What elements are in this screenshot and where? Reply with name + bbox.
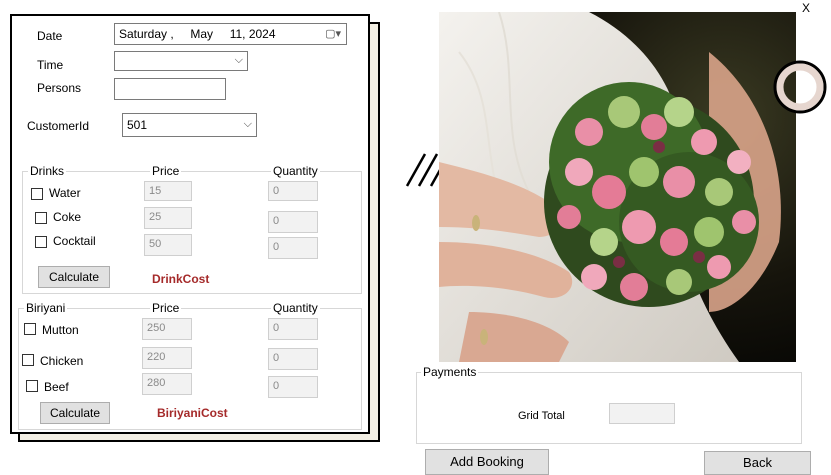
chevron-down-icon: ⌵ <box>243 118 252 130</box>
date-picker[interactable]: Saturday , May 11, 2024 ▢▾ <box>114 23 347 45</box>
coke-quantity[interactable]: 0 <box>268 211 318 233</box>
payments-group-label: Payments <box>421 365 479 379</box>
mutton-quantity[interactable]: 0 <box>268 318 318 340</box>
water-quantity[interactable]: 0 <box>268 181 318 201</box>
drinks-group-label: Drinks <box>28 164 67 178</box>
time-label: Time <box>37 58 64 72</box>
drinks-calculate-button[interactable]: Calculate <box>38 266 110 288</box>
chicken-label: Chicken <box>40 354 84 368</box>
grid-total-label: Grid Total <box>518 410 565 422</box>
customer-id-label: CustomerId <box>27 119 90 133</box>
chicken-checkbox[interactable] <box>22 354 34 366</box>
biriyani-calculate-button[interactable]: Calculate <box>40 402 110 424</box>
beef-quantity[interactable]: 0 <box>268 376 318 398</box>
close-button[interactable]: X <box>802 1 810 15</box>
coke-checkbox[interactable] <box>35 212 47 224</box>
time-select[interactable]: ⌵ <box>114 51 248 71</box>
back-button[interactable]: Back <box>704 451 811 475</box>
cocktail-price: 50 <box>144 234 192 256</box>
persons-label: Persons <box>37 81 82 95</box>
cocktail-checkbox[interactable] <box>35 236 47 248</box>
water-label: Water <box>49 186 81 200</box>
biriyani-group-label: Biriyani <box>24 301 68 315</box>
biriyani-quantity-header: Quantity <box>271 301 320 315</box>
beef-label: Beef <box>44 380 69 394</box>
date-label: Date <box>37 29 63 43</box>
wedding-bouquet-photo <box>439 12 796 362</box>
beef-price: 280 <box>142 373 192 395</box>
water-checkbox[interactable] <box>31 188 43 200</box>
drinks-price-header: Price <box>150 164 182 178</box>
drink-cost-label: DrinkCost <box>152 272 210 286</box>
date-value: Saturday , May 11, 2024 <box>119 27 276 41</box>
cocktail-label: Cocktail <box>53 234 96 248</box>
grid-total-field[interactable] <box>609 403 675 424</box>
biriyani-price-header: Price <box>150 301 182 315</box>
decorative-ring-icon <box>773 60 827 114</box>
water-price: 15 <box>144 181 192 201</box>
mutton-label: Mutton <box>42 323 79 337</box>
customer-id-select[interactable]: 501 ⌵ <box>122 113 257 137</box>
chevron-down-icon: ⌵ <box>234 54 243 66</box>
mutton-price: 250 <box>142 318 192 340</box>
chicken-price: 220 <box>142 347 192 369</box>
mutton-checkbox[interactable] <box>24 323 36 335</box>
calendar-dropdown-icon[interactable]: ▢▾ <box>325 27 341 40</box>
beef-checkbox[interactable] <box>26 380 38 392</box>
cocktail-quantity[interactable]: 0 <box>268 237 318 259</box>
add-booking-button[interactable]: Add Booking <box>425 449 549 475</box>
drinks-quantity-header: Quantity <box>271 164 320 178</box>
persons-input[interactable] <box>114 78 226 100</box>
coke-price: 25 <box>144 207 192 229</box>
coke-label: Coke <box>53 210 82 224</box>
customer-id-value: 501 <box>127 118 148 132</box>
biriyani-cost-label: BiriyaniCost <box>157 406 228 420</box>
chicken-quantity[interactable]: 0 <box>268 348 318 370</box>
